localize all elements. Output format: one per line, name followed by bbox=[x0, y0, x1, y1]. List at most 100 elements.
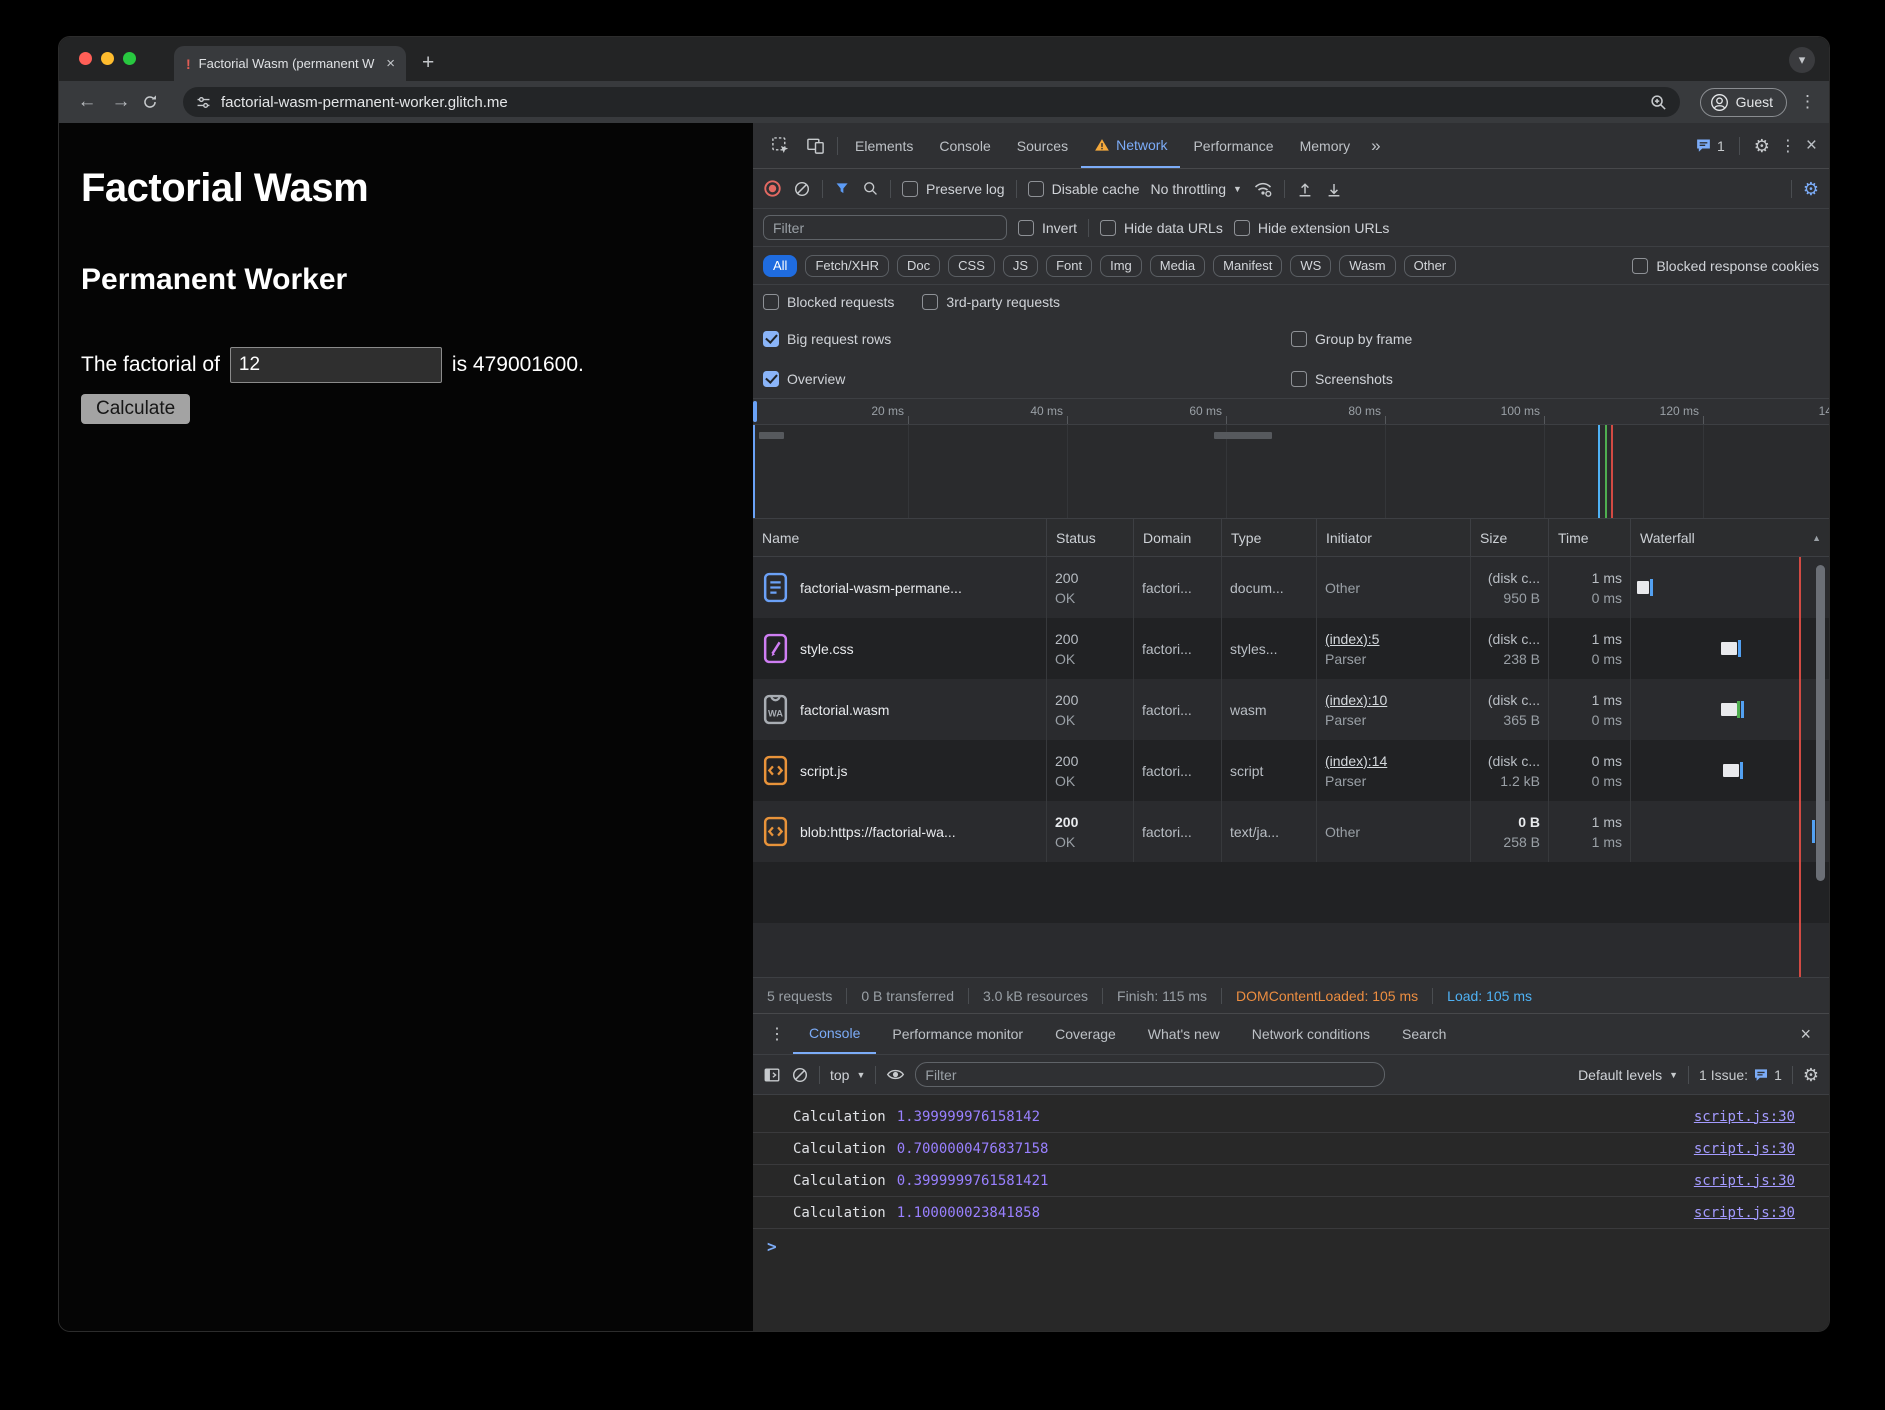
tab-performance[interactable]: Performance bbox=[1180, 123, 1286, 168]
new-tab-button[interactable]: + bbox=[422, 51, 434, 75]
drawer-tab-whats-new[interactable]: What's new bbox=[1132, 1014, 1236, 1054]
export-har-icon[interactable] bbox=[1325, 180, 1343, 198]
log-levels-select[interactable]: Default levels▼ bbox=[1578, 1067, 1678, 1083]
source-link[interactable]: script.js:30 bbox=[1694, 1205, 1795, 1221]
tab-console[interactable]: Console bbox=[926, 123, 1003, 168]
console-settings-gear-icon[interactable]: ⚙ bbox=[1803, 1066, 1819, 1084]
preserve-log-checkbox[interactable]: Preserve log bbox=[902, 181, 1005, 197]
import-har-icon[interactable] bbox=[1296, 180, 1314, 198]
tab-sources[interactable]: Sources bbox=[1004, 123, 1081, 168]
clear-network-log-icon[interactable] bbox=[793, 180, 811, 198]
filter-chip-img[interactable]: Img bbox=[1100, 255, 1142, 277]
clear-console-icon[interactable] bbox=[791, 1066, 809, 1084]
hide-data-urls-checkbox[interactable]: Hide data URLs bbox=[1100, 220, 1223, 236]
source-link[interactable]: script.js:30 bbox=[1694, 1173, 1795, 1189]
factorial-number-input[interactable] bbox=[230, 347, 442, 383]
filter-chip-css[interactable]: CSS bbox=[948, 255, 995, 277]
back-icon[interactable]: ← bbox=[73, 91, 101, 113]
tab-close-icon[interactable]: × bbox=[383, 55, 398, 72]
column-header-domain[interactable]: Domain bbox=[1134, 519, 1222, 556]
column-header-size[interactable]: Size bbox=[1471, 519, 1549, 556]
drawer-tab-console[interactable]: Console bbox=[793, 1014, 876, 1054]
throttling-select[interactable]: No throttling▼ bbox=[1151, 181, 1242, 197]
filter-chip-fetch-xhr[interactable]: Fetch/XHR bbox=[805, 255, 889, 277]
inspect-element-icon[interactable] bbox=[763, 123, 798, 168]
fullscreen-window-button[interactable] bbox=[123, 52, 136, 65]
issues-counter[interactable]: 1 bbox=[1695, 137, 1725, 154]
devtools-menu-kebab-icon[interactable]: ⋮ bbox=[1780, 136, 1796, 156]
url-text[interactable]: factorial-wasm-permanent-worker.glitch.m… bbox=[221, 94, 1640, 111]
source-link[interactable]: script.js:30 bbox=[1694, 1141, 1795, 1157]
source-link[interactable]: script.js:30 bbox=[1694, 1109, 1795, 1125]
blocked-response-cookies-checkbox[interactable]: Blocked response cookies bbox=[1632, 258, 1819, 274]
screenshots-checkbox[interactable]: Screenshots bbox=[1291, 371, 1393, 387]
column-header-status[interactable]: Status bbox=[1047, 519, 1134, 556]
browser-menu-kebab-icon[interactable]: ⋮ bbox=[1799, 92, 1815, 112]
timeline-start-handle[interactable] bbox=[753, 401, 757, 422]
network-conditions-icon[interactable] bbox=[1253, 179, 1273, 199]
console-filter-input[interactable] bbox=[915, 1062, 1385, 1087]
column-header-name[interactable]: Name bbox=[753, 519, 1047, 556]
tab-memory[interactable]: Memory bbox=[1287, 123, 1364, 168]
request-row-document[interactable]: factorial-wasm-permane... 200OK factori.… bbox=[753, 557, 1829, 618]
filter-chip-other[interactable]: Other bbox=[1404, 255, 1457, 277]
drawer-tab-coverage[interactable]: Coverage bbox=[1039, 1014, 1132, 1054]
filter-chip-doc[interactable]: Doc bbox=[897, 255, 940, 277]
close-window-button[interactable] bbox=[79, 52, 92, 65]
table-scrollbar[interactable] bbox=[1816, 565, 1825, 881]
drawer-tab-performance-monitor[interactable]: Performance monitor bbox=[876, 1014, 1039, 1054]
drawer-tab-network-conditions[interactable]: Network conditions bbox=[1236, 1014, 1386, 1054]
live-expression-eye-icon[interactable] bbox=[886, 1065, 905, 1084]
invert-checkbox[interactable]: Invert bbox=[1018, 220, 1077, 236]
filter-chip-all[interactable]: All bbox=[763, 255, 797, 277]
disable-cache-checkbox[interactable]: Disable cache bbox=[1028, 181, 1140, 197]
group-by-frame-checkbox[interactable]: Group by frame bbox=[1291, 331, 1412, 347]
console-issues-counter[interactable]: 1 Issue: 1 bbox=[1699, 1067, 1782, 1083]
record-network-log-icon[interactable] bbox=[763, 179, 782, 198]
filter-chip-wasm[interactable]: Wasm bbox=[1339, 255, 1395, 277]
hide-extension-urls-checkbox[interactable]: Hide extension URLs bbox=[1234, 220, 1390, 236]
request-row-script[interactable]: script.js 200OK factori... script (index… bbox=[753, 740, 1829, 801]
drawer-menu-kebab-icon[interactable]: ⋮ bbox=[761, 1024, 793, 1044]
drawer-tab-search[interactable]: Search bbox=[1386, 1014, 1462, 1054]
column-header-waterfall[interactable]: Waterfall ▲ bbox=[1631, 519, 1829, 556]
device-toolbar-icon[interactable] bbox=[798, 123, 833, 168]
overview-checkbox[interactable]: Overview bbox=[763, 371, 845, 387]
blocked-requests-checkbox[interactable]: Blocked requests bbox=[763, 294, 894, 310]
minimize-window-button[interactable] bbox=[101, 52, 114, 65]
filter-chip-font[interactable]: Font bbox=[1046, 255, 1092, 277]
column-header-initiator[interactable]: Initiator bbox=[1317, 519, 1471, 556]
third-party-requests-checkbox[interactable]: 3rd-party requests bbox=[922, 294, 1060, 310]
reload-icon[interactable] bbox=[141, 93, 169, 111]
column-header-time[interactable]: Time bbox=[1549, 519, 1631, 556]
filter-funnel-icon[interactable] bbox=[834, 180, 851, 197]
drawer-close-icon[interactable]: × bbox=[1790, 1024, 1821, 1045]
site-settings-icon[interactable] bbox=[195, 94, 212, 111]
network-filter-input[interactable] bbox=[763, 215, 1007, 240]
tab-network[interactable]: Network bbox=[1081, 123, 1180, 168]
console-context-select[interactable]: top▼ bbox=[830, 1067, 865, 1083]
filter-chip-js[interactable]: JS bbox=[1003, 255, 1038, 277]
initiator-link[interactable]: (index):10 bbox=[1325, 690, 1462, 710]
forward-icon[interactable]: → bbox=[107, 91, 135, 113]
column-header-type[interactable]: Type bbox=[1222, 519, 1317, 556]
devtools-settings-gear-icon[interactable]: ⚙ bbox=[1754, 137, 1770, 155]
address-bar[interactable]: factorial-wasm-permanent-worker.glitch.m… bbox=[183, 87, 1680, 117]
tab-search-chevron-button[interactable]: ▾ bbox=[1789, 47, 1815, 73]
filter-chip-media[interactable]: Media bbox=[1150, 255, 1205, 277]
console-sidebar-toggle-icon[interactable] bbox=[763, 1066, 781, 1084]
request-row-stylesheet[interactable]: style.css 200OK factori... styles... (in… bbox=[753, 618, 1829, 679]
network-overview-strip[interactable] bbox=[753, 425, 1829, 519]
big-request-rows-checkbox[interactable]: Big request rows bbox=[763, 331, 891, 347]
profile-button[interactable]: Guest bbox=[1700, 88, 1787, 117]
filter-chip-ws[interactable]: WS bbox=[1290, 255, 1331, 277]
network-settings-gear-icon[interactable]: ⚙ bbox=[1803, 180, 1819, 198]
devtools-close-icon[interactable]: × bbox=[1806, 135, 1817, 157]
tab-elements[interactable]: Elements bbox=[842, 123, 926, 168]
browser-tab[interactable]: ! Factorial Wasm (permanent W × bbox=[174, 46, 406, 81]
search-icon[interactable] bbox=[862, 180, 879, 197]
zoom-level-icon[interactable] bbox=[1649, 93, 1668, 112]
more-tabs-icon[interactable]: » bbox=[1363, 123, 1388, 168]
filter-chip-manifest[interactable]: Manifest bbox=[1213, 255, 1282, 277]
timeline-ruler[interactable]: 20 ms 40 ms 60 ms 80 ms 100 ms 120 ms 14… bbox=[753, 399, 1829, 425]
